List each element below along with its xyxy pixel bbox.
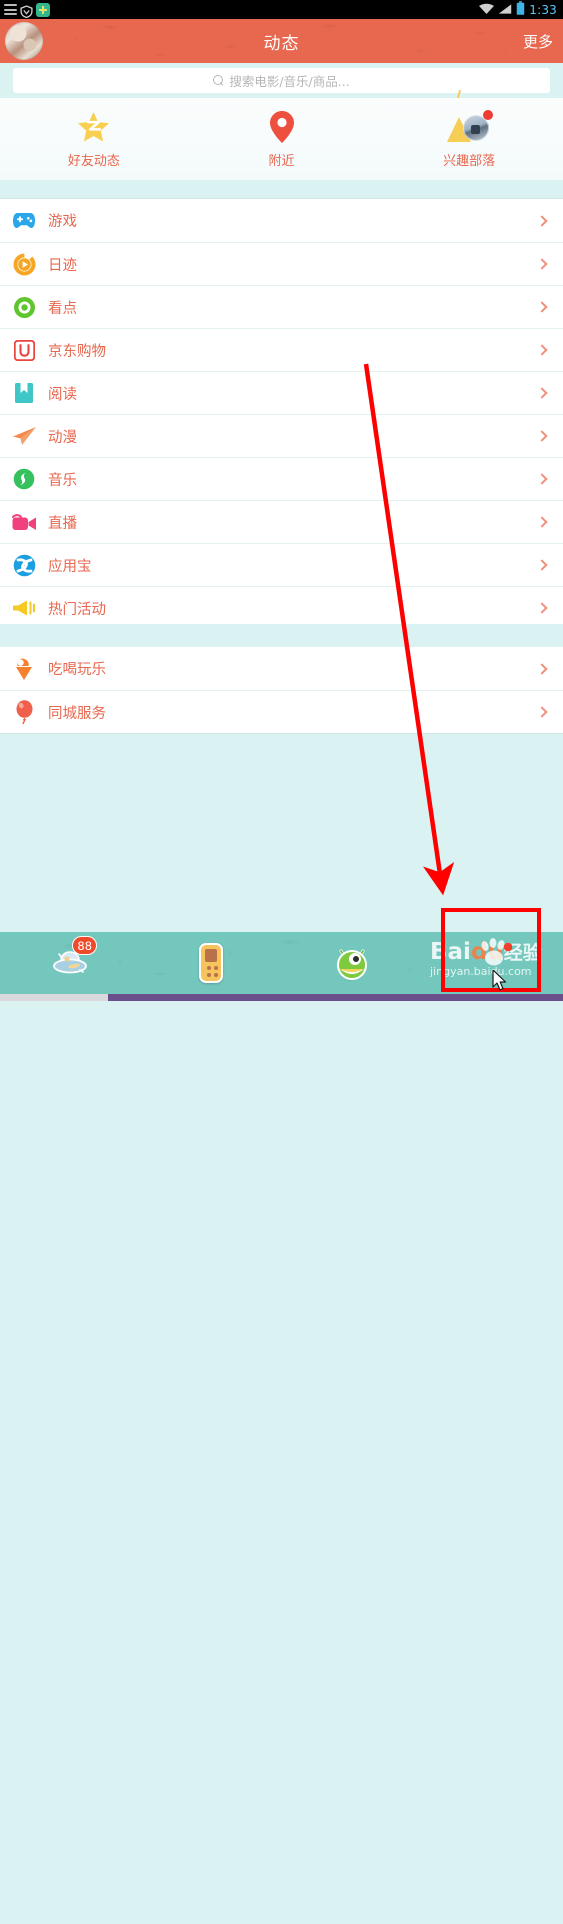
status-badge — [483, 109, 494, 120]
more-button[interactable]: 更多 — [523, 31, 553, 52]
chevron-right-icon — [536, 430, 548, 442]
system-navigation-bar — [0, 994, 563, 1001]
list-item[interactable]: 应用宝 — [0, 543, 563, 586]
gamepad-icon — [0, 212, 48, 229]
red-highlight-box — [441, 908, 541, 992]
star-icon — [77, 110, 110, 144]
list-item-label: 日迹 — [48, 257, 77, 274]
chevron-right-icon — [536, 387, 548, 399]
list-item-label: 京东购物 — [48, 343, 106, 360]
music-note-icon — [0, 468, 48, 490]
search-icon — [213, 75, 224, 86]
tile-nearby[interactable]: 附近 — [188, 98, 376, 180]
status-bar-left-icons — [0, 2, 50, 19]
app-list-section-secondary: 吃喝玩乐 同城服务 — [0, 647, 563, 733]
app-treasure-icon — [0, 554, 48, 577]
list-item[interactable]: 吃喝玩乐 — [0, 647, 563, 690]
list-item[interactable]: 看点 — [0, 285, 563, 328]
list-item-label: 直播 — [48, 515, 77, 532]
tab-ufo[interactable]: 88 — [0, 932, 141, 994]
tile-label: 附近 — [268, 153, 295, 169]
monster-icon — [336, 949, 367, 980]
list-item[interactable]: 直播 — [0, 500, 563, 543]
paper-plane-icon — [0, 426, 48, 446]
status-bar-right-icons: 1:33 — [479, 0, 563, 19]
list-item-label: 应用宝 — [48, 558, 92, 575]
signal-icon — [498, 0, 512, 19]
battery-icon — [516, 0, 525, 19]
tile-interest-tribe[interactable]: 兴趣部落 — [375, 98, 563, 180]
app-header-bar: 动态 更多 — [0, 19, 563, 63]
page-title: 动态 — [263, 33, 300, 54]
search-placeholder: 搜索电影/音乐/商品... — [229, 74, 350, 89]
location-pin-icon — [269, 110, 294, 144]
list-item[interactable]: 游戏 — [0, 199, 563, 242]
badge-count: 88 — [72, 936, 98, 955]
app-list-section-primary: 游戏 日迹 看点 京东购物 阅读 动漫 音乐 直播 应用宝 热门活动 — [0, 199, 563, 629]
app-tile-icon — [36, 2, 50, 17]
book-icon — [0, 382, 48, 404]
section-divider — [0, 180, 563, 199]
tile-label: 兴趣部落 — [443, 153, 496, 169]
chevron-right-icon — [536, 301, 548, 313]
search-bar-container: 搜索电影/音乐/商品... — [0, 63, 563, 98]
eye-dot-icon — [0, 296, 48, 319]
section-divider — [0, 624, 563, 647]
tile-friend-feed[interactable]: 好友动态 — [0, 98, 188, 180]
megaphone-icon — [0, 599, 48, 617]
tab-monster[interactable] — [282, 932, 423, 994]
quick-access-tiles: 好友动态 附近 兴趣部落 — [0, 98, 563, 180]
list-item[interactable]: 动漫 — [0, 414, 563, 457]
status-bar: 1:33 — [0, 0, 563, 19]
jd-u-icon — [0, 339, 48, 361]
list-item-label: 阅读 — [48, 386, 77, 403]
list-item[interactable]: 京东购物 — [0, 328, 563, 371]
list-item-label: 同城服务 — [48, 705, 106, 722]
phone-icon — [199, 943, 224, 983]
balloon-icon — [0, 700, 48, 724]
list-item[interactable]: 音乐 — [0, 457, 563, 500]
mouse-cursor-icon — [492, 970, 507, 991]
list-item-label: 动漫 — [48, 429, 77, 446]
list-item-label: 游戏 — [48, 214, 77, 230]
list-bottom-edge — [0, 733, 563, 734]
chevron-right-icon — [536, 214, 548, 227]
chevron-right-icon — [536, 473, 548, 485]
video-camera-icon — [0, 513, 48, 531]
status-bar-clock: 1:33 — [529, 2, 557, 17]
menu-lines-icon — [4, 4, 17, 15]
list-item[interactable]: 日迹 — [0, 242, 563, 285]
tile-label: 好友动态 — [67, 153, 120, 169]
search-input[interactable]: 搜索电影/音乐/商品... — [13, 68, 550, 93]
list-item-label: 吃喝玩乐 — [48, 662, 106, 678]
ice-cream-icon — [0, 657, 48, 681]
tab-phone[interactable] — [141, 932, 282, 994]
list-item-label: 音乐 — [48, 472, 77, 489]
chevron-right-icon — [536, 516, 548, 528]
list-item-label: 热门活动 — [48, 601, 106, 618]
chevron-right-icon — [536, 602, 548, 614]
chevron-right-icon — [536, 706, 548, 718]
tent-photo-icon — [447, 109, 494, 144]
chevron-right-icon — [536, 344, 548, 356]
chevron-right-icon — [536, 662, 548, 675]
list-item[interactable]: 同城服务 — [0, 690, 563, 733]
play-ring-icon — [0, 253, 48, 276]
list-item-label: 看点 — [48, 300, 77, 317]
chevron-right-icon — [536, 258, 548, 270]
chevron-right-icon — [536, 559, 548, 571]
list-item[interactable]: 阅读 — [0, 371, 563, 414]
list-item[interactable]: 热门活动 — [0, 586, 563, 629]
wifi-icon — [479, 0, 495, 19]
shield-icon — [20, 3, 33, 19]
